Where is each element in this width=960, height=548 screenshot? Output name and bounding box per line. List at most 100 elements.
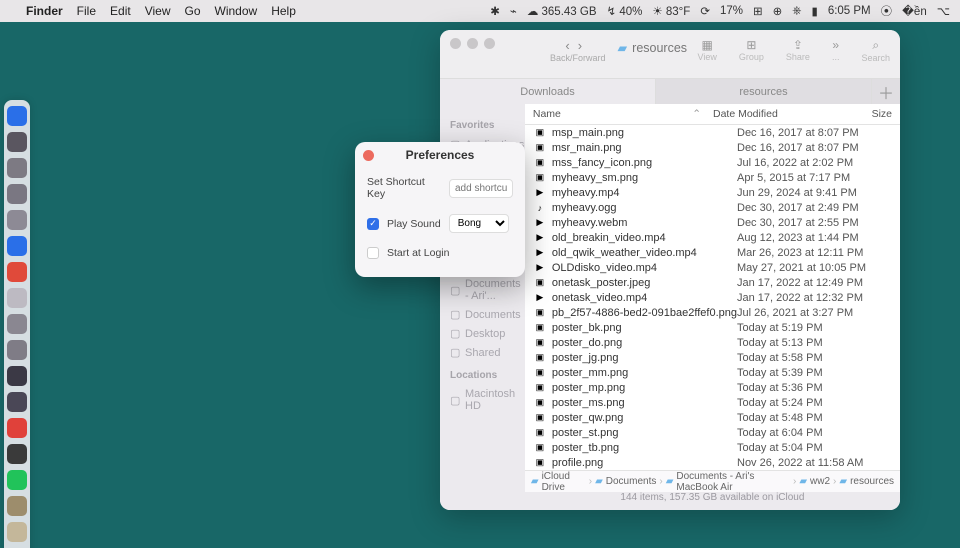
search-icon[interactable]: ⦿ [881, 3, 893, 19]
file-row[interactable]: ▣msp_main.pngDec 16, 2017 at 8:07 PM [525, 125, 900, 140]
dock-app-7[interactable] [7, 288, 27, 308]
dock-app-11[interactable] [7, 392, 27, 412]
menu-window[interactable]: Window [215, 4, 258, 18]
new-tab-button[interactable]: ＋ [872, 79, 900, 104]
dock-app-1[interactable] [7, 132, 27, 152]
col-size[interactable]: Size [856, 108, 892, 120]
app-name[interactable]: Finder [26, 4, 63, 18]
dock-app-5[interactable] [7, 236, 27, 256]
control-center-icon[interactable]: ⌥ [937, 4, 950, 18]
path-crumb[interactable]: ▰iCloud Drive [531, 471, 586, 493]
dock-app-3[interactable] [7, 184, 27, 204]
dock-app-6[interactable] [7, 262, 27, 282]
file-row[interactable]: ▣myheavy_sm.pngApr 5, 2015 at 7:17 PM [525, 170, 900, 185]
file-row[interactable]: ▣poster_do.pngToday at 5:13 PM [525, 335, 900, 350]
sidebar-section: Locations [450, 370, 515, 381]
menuextra-icon[interactable]: ✱ [490, 4, 500, 18]
dock-app-4[interactable] [7, 210, 27, 230]
file-row[interactable]: ▣poster_mm.pngToday at 5:39 PM [525, 365, 900, 380]
dock-app-10[interactable] [7, 366, 27, 386]
back-button[interactable]: ‹ [565, 38, 577, 53]
sound-select[interactable]: Bong [449, 214, 509, 233]
menu-edit[interactable]: Edit [110, 4, 131, 18]
wifi-icon[interactable]: �ền [902, 4, 927, 18]
dock-app-14[interactable] [7, 470, 27, 490]
sidebar-item[interactable]: ▢Desktop [446, 324, 519, 343]
file-name: myheavy.webm [552, 217, 737, 229]
toolbar-share-icon[interactable]: ⇪ [793, 38, 803, 52]
menuextra-icon[interactable]: ⌁ [510, 4, 517, 18]
file-row[interactable]: ▣poster_ms.pngToday at 5:24 PM [525, 395, 900, 410]
col-name[interactable]: Name [533, 108, 692, 120]
file-row[interactable]: ▣poster_tb.pngToday at 5:04 PM [525, 440, 900, 455]
cpu-usage[interactable]: 17% [720, 5, 743, 17]
weather-temp[interactable]: ☀ 83°F [652, 4, 690, 18]
file-row[interactable]: ▣mss_fancy_icon.pngJul 16, 2022 at 2:02 … [525, 155, 900, 170]
file-list[interactable]: ▣msp_main.pngDec 16, 2017 at 8:07 PM▣msr… [525, 125, 900, 470]
file-row[interactable]: ▶onetask_video.mp4Jan 17, 2022 at 12:32 … [525, 290, 900, 305]
sidebar-item[interactable]: ▢Macintosh HD [446, 385, 519, 415]
shortcut-input[interactable] [449, 179, 513, 198]
sidebar-label: Documents [465, 309, 521, 321]
zoom-button[interactable] [484, 38, 495, 49]
file-row[interactable]: ▣onetask_poster.jpegJan 17, 2022 at 12:4… [525, 275, 900, 290]
path-crumb[interactable]: ▰Documents [595, 476, 656, 487]
path-crumb[interactable]: ▰ww2 [799, 476, 830, 487]
file-row[interactable]: ▣poster_bk.pngToday at 5:19 PM [525, 320, 900, 335]
toolbar-...-icon[interactable]: » [832, 38, 839, 52]
dock-app-12[interactable] [7, 418, 27, 438]
dock-app-0[interactable] [7, 106, 27, 126]
file-date: Dec 16, 2017 at 8:07 PM [737, 127, 892, 139]
col-date[interactable]: Date Modified [701, 108, 856, 120]
file-row[interactable]: ▣poster_qw.pngToday at 5:48 PM [525, 410, 900, 425]
close-button[interactable] [450, 38, 461, 49]
file-row[interactable]: ▣poster_st.pngToday at 6:04 PM [525, 425, 900, 440]
battery-icon[interactable]: ▮ [811, 4, 817, 18]
close-button[interactable] [363, 150, 374, 161]
file-row[interactable]: ▶myheavy.webmDec 30, 2017 at 2:55 PM [525, 215, 900, 230]
sidebar-item[interactable]: ▢Documents - Ari'... [446, 275, 519, 305]
dock-app-9[interactable] [7, 340, 27, 360]
start-login-checkbox[interactable] [367, 247, 379, 259]
file-row[interactable]: ▶OLDdisko_video.mp4May 27, 2021 at 10:05… [525, 260, 900, 275]
toolbar-search-icon[interactable]: ⌕ [872, 38, 879, 53]
menuextra-icon[interactable]: ⊕ [773, 4, 783, 18]
file-row[interactable]: ▶old_breakin_video.mp4Aug 12, 2023 at 1:… [525, 230, 900, 245]
path-crumb[interactable]: ▰Documents - Ari's MacBook Air [666, 471, 790, 493]
forward-button[interactable]: › [578, 38, 590, 53]
toolbar-view-icon[interactable]: ▦ [702, 38, 713, 52]
file-row[interactable]: ♪myheavy.oggDec 30, 2017 at 2:49 PM [525, 200, 900, 215]
menu-file[interactable]: File [77, 4, 96, 18]
clock[interactable]: 6:05 PM [828, 5, 871, 17]
menu-help[interactable]: Help [271, 4, 296, 18]
minimize-button[interactable] [467, 38, 478, 49]
file-row[interactable]: ▣poster_mp.pngToday at 5:36 PM [525, 380, 900, 395]
refresh-icon[interactable]: ⟳ [700, 4, 710, 18]
dock-app-2[interactable] [7, 158, 27, 178]
dock-app-16[interactable] [7, 522, 27, 542]
battery-percent[interactable]: ↯ 40% [607, 4, 643, 18]
file-row[interactable]: ▶old_qwik_weather_video.mp4Mar 26, 2023 … [525, 245, 900, 260]
dock-app-15[interactable] [7, 496, 27, 516]
file-row[interactable]: ▶myheavy.mp4Jun 29, 2024 at 9:41 PM [525, 185, 900, 200]
sidebar-item[interactable]: ▢Shared [446, 343, 519, 362]
menu-go[interactable]: Go [185, 4, 201, 18]
dock-app-8[interactable] [7, 314, 27, 334]
file-row[interactable]: ▣pb_2f57-4886-bed2-091bae2ffef0.pngJul 2… [525, 305, 900, 320]
disk-free[interactable]: ☁ 365.43 GB [527, 4, 597, 18]
toolbar-group-icon[interactable]: ⊞ [746, 38, 756, 52]
column-headers[interactable]: Name ⌃ Date Modified Size [525, 104, 900, 125]
file-row[interactable]: ▣profile.pngNov 26, 2022 at 11:58 AM [525, 455, 900, 470]
tab-resources[interactable]: resources [656, 79, 872, 104]
file-date: Aug 12, 2023 at 1:44 PM [737, 232, 892, 244]
sidebar-item[interactable]: ▢Documents [446, 305, 519, 324]
path-crumb[interactable]: ▰resources [839, 476, 894, 487]
dock-app-13[interactable] [7, 444, 27, 464]
play-sound-checkbox[interactable]: ✓ [367, 218, 379, 230]
tab-downloads[interactable]: Downloads [440, 79, 656, 104]
menu-view[interactable]: View [145, 4, 171, 18]
menuextra-icon[interactable]: ⊞ [753, 4, 763, 18]
file-row[interactable]: ▣poster_jg.pngToday at 5:58 PM [525, 350, 900, 365]
menuextra-icon[interactable]: ⎈ [792, 5, 801, 18]
file-row[interactable]: ▣msr_main.pngDec 16, 2017 at 8:07 PM [525, 140, 900, 155]
